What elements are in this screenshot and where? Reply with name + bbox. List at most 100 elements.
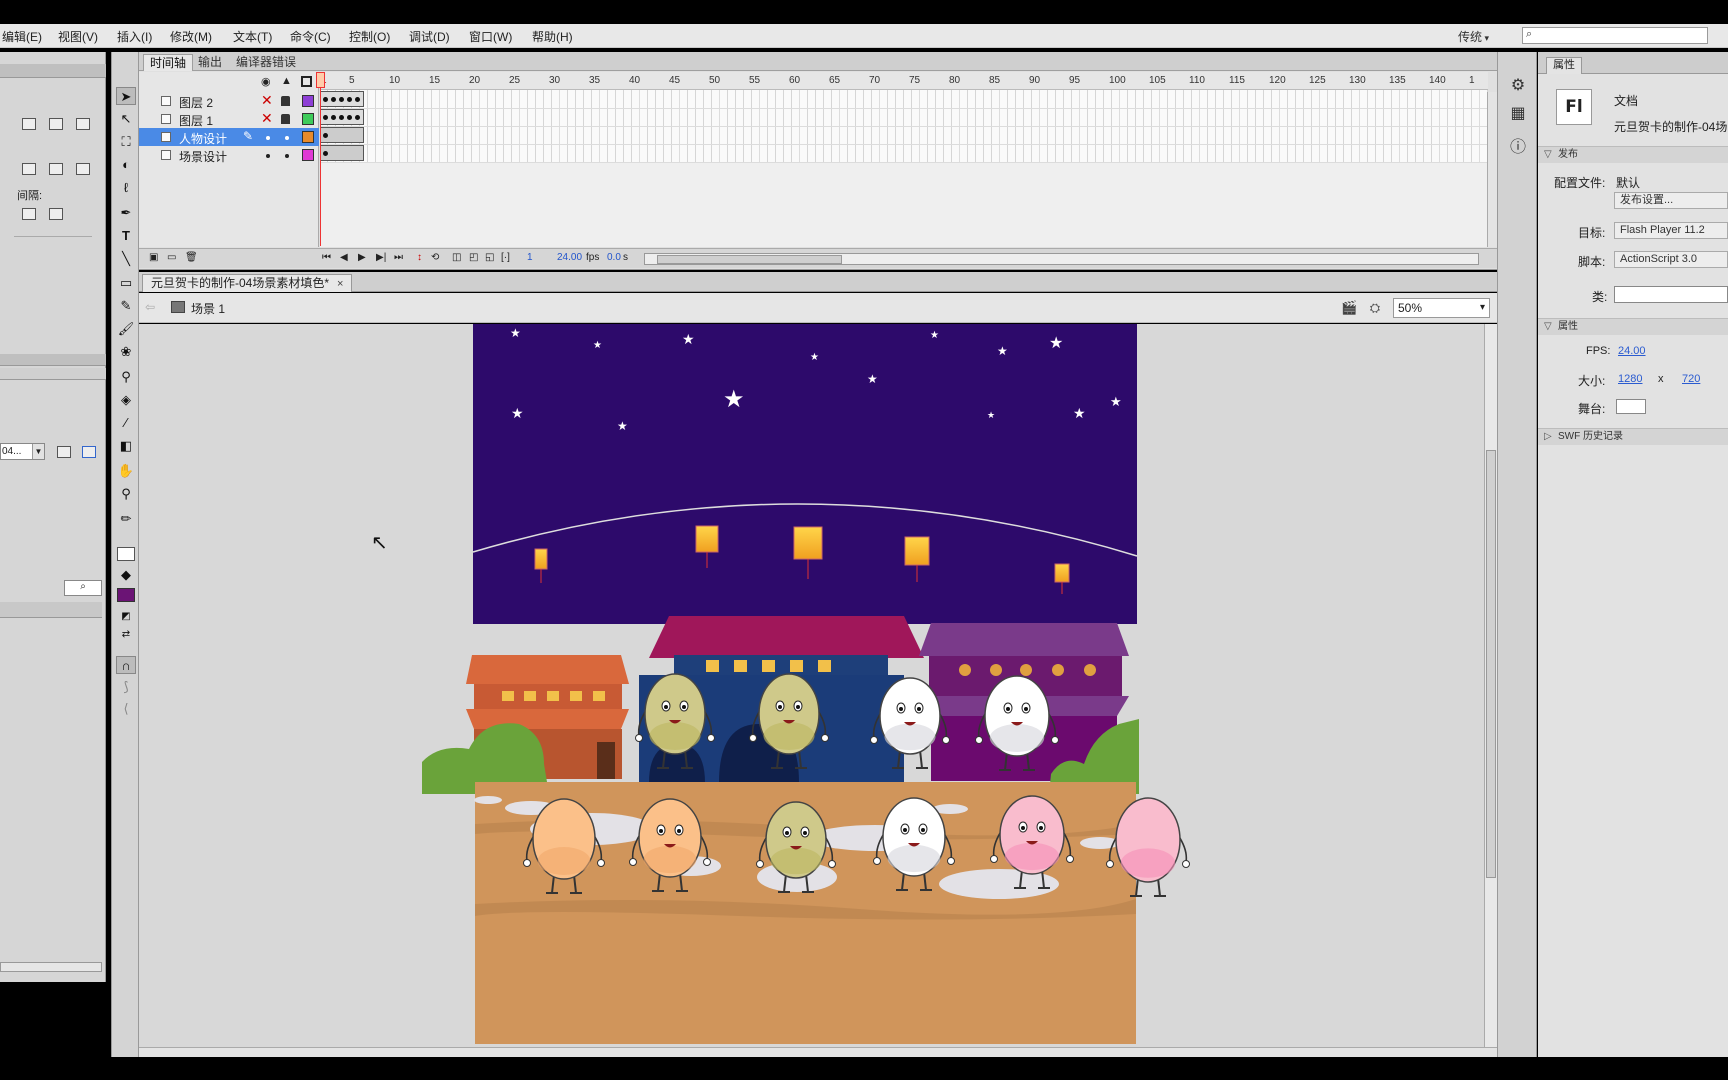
menu-window[interactable]: 窗口(W) (469, 28, 512, 45)
stage-hscrollbar[interactable] (139, 1047, 1497, 1057)
layer-row[interactable]: 场景设计 (139, 146, 319, 164)
locked-icon[interactable] (281, 114, 290, 124)
stage-color-swatch[interactable] (1616, 399, 1646, 414)
step-forward-icon[interactable]: ▶| (376, 252, 386, 263)
layer-color-box[interactable] (302, 149, 314, 161)
playhead-handle[interactable] (316, 72, 325, 88)
stage-vscrollbar[interactable] (1484, 324, 1497, 1047)
unlocked-dot[interactable] (285, 136, 289, 140)
edit-symbols-icon[interactable]: ⛭ (1367, 300, 1383, 316)
free-transform-tool-icon[interactable]: ⛶ (116, 133, 136, 151)
menu-commands[interactable]: 命令(C) (290, 28, 331, 45)
align-panel-header[interactable] (0, 64, 106, 78)
back-arrow-icon[interactable]: ⇦ (145, 300, 155, 314)
document-tab[interactable]: 元旦贺卡的制作-04场景素材填色* × (142, 274, 353, 292)
fps-value[interactable]: 24.00 (1618, 345, 1646, 357)
library-search-input[interactable]: ⌕ (64, 580, 102, 596)
delete-layer-icon[interactable]: 🗑 (185, 252, 198, 263)
go-last-icon[interactable]: ⏭ (394, 252, 403, 263)
swf-history-header[interactable]: SWF 历史记录 (1538, 428, 1728, 445)
distribute-hcenter-icon[interactable] (49, 163, 63, 175)
library-panel-header[interactable] (0, 354, 106, 366)
layer-row-selected[interactable]: 人物设计 ✎ (139, 128, 319, 146)
stage-canvas[interactable]: ★ ★ ★ ★ ★ ★ ★ ★ ★ ★ ★ ★ ★ ★ (139, 324, 1484, 1047)
tab-properties[interactable]: 属性 (1546, 57, 1582, 74)
layer-color-box[interactable] (302, 95, 314, 107)
target-select[interactable]: Flash Player 11.2 (1614, 222, 1728, 239)
unlocked-dot[interactable] (285, 154, 289, 158)
frame-ruler[interactable]: 1510152025303540455055606570758085909510… (320, 72, 1488, 90)
scene-label[interactable]: 场景 1 (191, 300, 225, 317)
menu-debug[interactable]: 调试(D) (409, 28, 450, 45)
edit-multiple-icon[interactable]: ◱ (485, 252, 494, 263)
modify-markers-icon[interactable]: [·] (501, 252, 510, 263)
tab-output[interactable]: 输出 (192, 54, 228, 71)
new-library-panel-icon[interactable] (82, 446, 96, 458)
bone-tool-icon[interactable]: ⚲ (116, 368, 136, 386)
loop-icon[interactable]: ⟲ (431, 252, 439, 263)
distribute-left-icon[interactable] (22, 163, 36, 175)
properties-section-header[interactable]: 属性 (1538, 318, 1728, 335)
script-select[interactable]: ActionScript 3.0 (1614, 251, 1728, 268)
line-tool-icon[interactable]: ╲ (116, 250, 136, 268)
lock-icon[interactable]: ▲ (281, 75, 292, 87)
publish-settings-button[interactable]: 发布设置... (1614, 192, 1728, 209)
keyframe-span[interactable] (320, 145, 364, 161)
pencil-tool-icon[interactable]: ✎ (116, 297, 136, 315)
align-bottom-icon[interactable] (76, 118, 90, 130)
workspace-selector[interactable]: 传统 (1458, 28, 1489, 45)
snap-magnet-icon[interactable]: ∩ (116, 656, 136, 674)
close-icon[interactable]: × (337, 278, 343, 290)
zoom-select[interactable]: 50% (1393, 298, 1490, 318)
go-first-icon[interactable]: ⏮ (322, 252, 331, 263)
play-icon[interactable]: ▶ (358, 252, 366, 263)
center-frame-icon[interactable]: ↕ (417, 252, 422, 263)
menu-control[interactable]: 控制(O) (349, 28, 390, 45)
frame-rate[interactable]: 24.00 (557, 252, 582, 263)
locked-icon[interactable] (281, 96, 290, 106)
rectangle-tool-icon[interactable]: ▭ (116, 274, 136, 292)
publish-section-header[interactable]: 发布 (1538, 146, 1728, 163)
space-vertical-icon[interactable] (22, 208, 36, 220)
frames-area[interactable]: 1510152025303540455055606570758085909510… (320, 72, 1488, 247)
distribute-right-icon[interactable] (76, 163, 90, 175)
height-value[interactable]: 720 (1682, 373, 1700, 385)
playhead[interactable] (320, 72, 321, 246)
menu-insert[interactable]: 插入(I) (117, 28, 152, 45)
tab-compiler-errors[interactable]: 编译器错误 (230, 54, 302, 71)
eraser-tool-icon[interactable]: ◧ (116, 437, 136, 455)
menu-edit[interactable]: 编辑(E) (2, 28, 42, 45)
class-input[interactable] (1614, 286, 1728, 303)
pasteboard[interactable]: ★ ★ ★ ★ ★ ★ ★ ★ ★ ★ ★ ★ ★ ★ (139, 324, 1484, 1047)
black-white-icon[interactable]: ◩ (116, 608, 136, 626)
hidden-x-icon[interactable]: ✕ (261, 92, 273, 109)
straighten-icon[interactable]: ⟨ (116, 700, 136, 718)
onion-outline-icon[interactable]: ◰ (469, 252, 478, 263)
selection-tool-icon[interactable]: ➤ (116, 87, 136, 105)
edit-scene-icon[interactable]: 🎬 (1341, 300, 1357, 316)
keyframe-span[interactable] (320, 109, 364, 125)
onion-skin-icon[interactable]: ◫ (452, 252, 461, 263)
motion-presets-icon[interactable]: ⚙ (1508, 76, 1528, 96)
swap-colors-icon[interactable]: ⇄ (116, 626, 136, 644)
brush-tool-icon[interactable]: 🖌 (116, 320, 136, 338)
subselection-tool-icon[interactable]: ↖ (116, 110, 136, 128)
menu-modify[interactable]: 修改(M) (170, 28, 212, 45)
scroll-thumb[interactable] (657, 255, 842, 264)
deco-tool-icon[interactable]: ❀ (116, 343, 136, 361)
step-back-icon[interactable]: ◀ (340, 252, 348, 263)
menu-help[interactable]: 帮助(H) (532, 28, 573, 45)
space-horizontal-icon[interactable] (49, 208, 63, 220)
library-document-dropdown[interactable]: 04... ▼ (0, 443, 45, 460)
info-icon[interactable]: ⓘ (1508, 138, 1528, 158)
paint-bucket-tool-icon[interactable]: ◈ (116, 391, 136, 409)
eyedropper-tool-icon[interactable]: ⁄ (116, 414, 136, 432)
timeline-hscrollbar[interactable] (644, 253, 1479, 265)
layer-row[interactable]: 图层 1 ✕ (139, 110, 319, 128)
help-search-input[interactable]: ⌕ (1522, 27, 1708, 44)
new-layer-icon[interactable]: ▣ (149, 252, 158, 263)
hand-tool-icon[interactable]: ✋ (116, 462, 136, 480)
align-vcenter-icon[interactable] (49, 118, 63, 130)
menu-text[interactable]: 文本(T) (233, 28, 272, 45)
components-icon[interactable]: ▦ (1508, 104, 1528, 124)
